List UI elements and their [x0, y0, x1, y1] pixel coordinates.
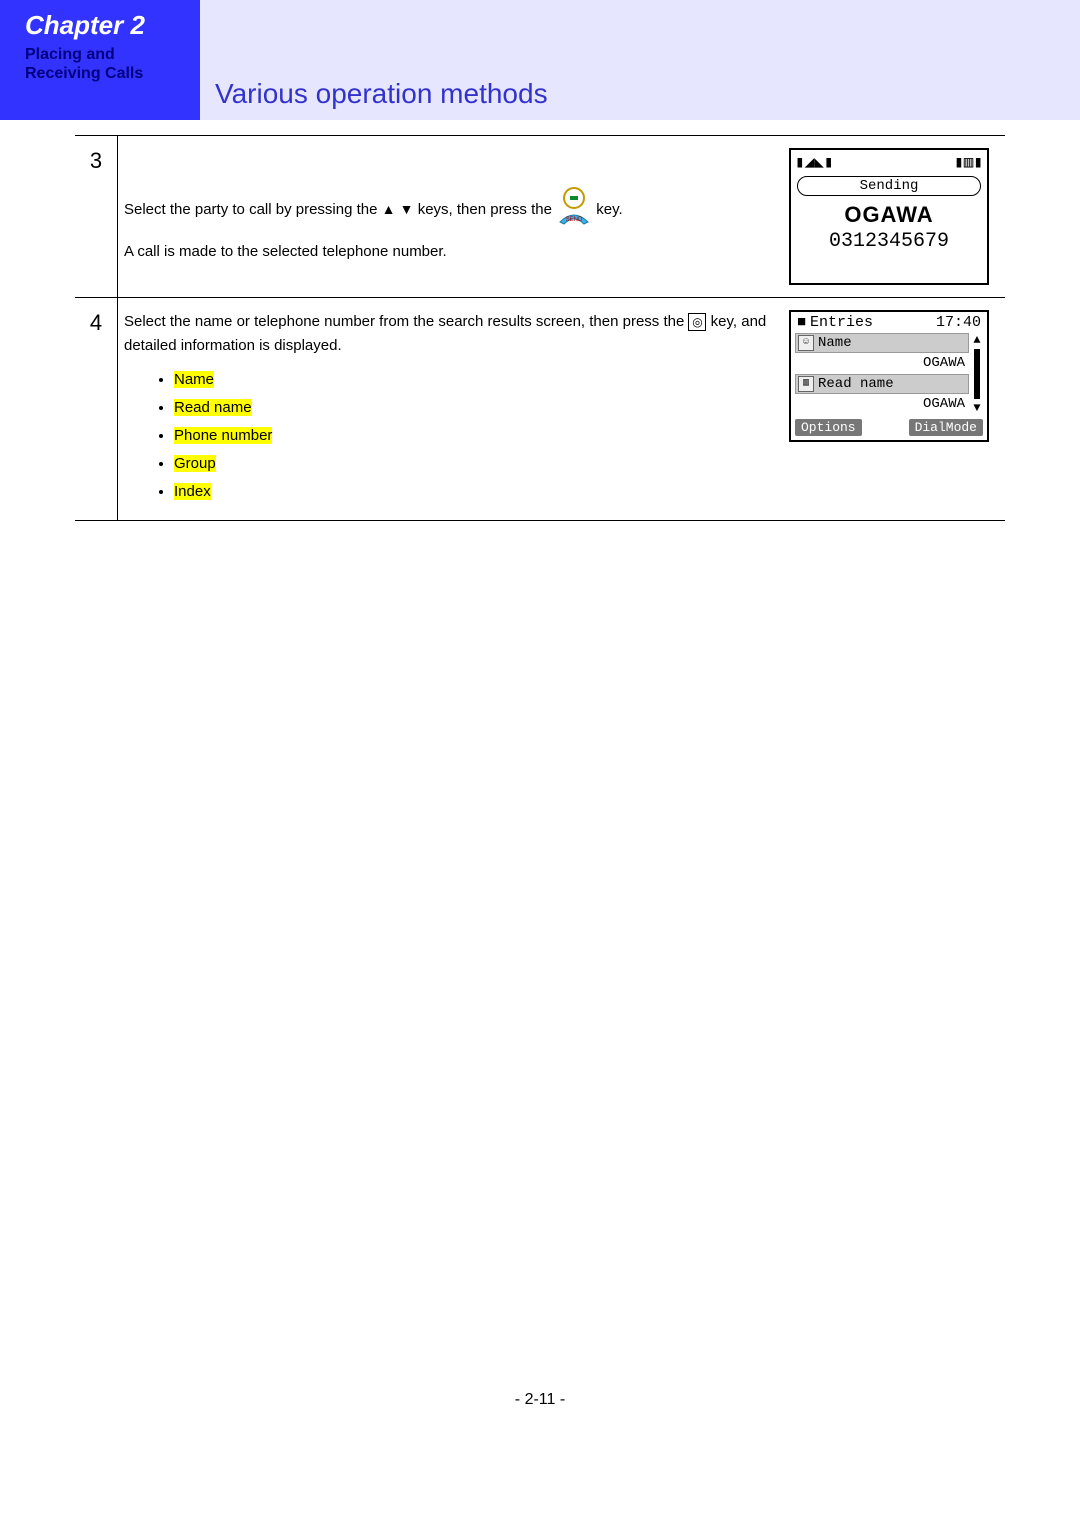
- bullet-phone-number: Phone number: [174, 424, 777, 448]
- send-key-icon: SEND: [556, 186, 592, 234]
- phone-status-bar: ▮◢◣▮ ▮▥▮: [791, 150, 987, 174]
- sending-label: Sending: [797, 176, 981, 196]
- battery-icon: ▮▥▮: [954, 152, 983, 172]
- entries-title: Entries: [810, 314, 873, 331]
- row-name-label: Name: [818, 335, 852, 351]
- person-icon: ☺: [798, 335, 814, 351]
- center-key-icon: ◎: [688, 313, 706, 331]
- entries-time: 17:40: [936, 314, 981, 331]
- row-readname-label: Read name: [818, 376, 894, 392]
- entries-list: ☺ Name OGAWA ▥ Read name OGAWA: [795, 333, 969, 415]
- phone-screen-entries: ■Entries 17:40 ☺ Name OGAWA ▥: [789, 310, 989, 442]
- steps-table: 3 Select the party to call by pressing t…: [75, 135, 1005, 521]
- step-row-3: 3 Select the party to call by pressing t…: [75, 136, 1005, 298]
- softkey-dialmode: DialMode: [909, 419, 983, 436]
- step-number: 4: [75, 298, 118, 521]
- call-name: OGAWA: [791, 202, 987, 228]
- detail-bullets: Name Read name Phone number Group Index: [124, 368, 777, 504]
- bullet-name: Name: [174, 368, 777, 392]
- up-arrow-icon: ▲: [382, 198, 396, 220]
- step-number: 3: [75, 136, 118, 298]
- page-number: - 2-11 -: [0, 1391, 1080, 1409]
- section-box: Various operation methods: [200, 0, 1080, 120]
- chapter-subtitle: Placing and Receiving Calls: [25, 45, 188, 83]
- square-icon: ■: [797, 314, 806, 331]
- step3-text-d: A call is made to the selected telephone…: [124, 240, 777, 264]
- signal-icon: ▮◢◣▮: [795, 152, 834, 172]
- row-name-value: OGAWA: [795, 354, 969, 374]
- entries-titlebar: ■Entries 17:40: [791, 312, 987, 333]
- softkey-options: Options: [795, 419, 862, 436]
- svg-text:SEND: SEND: [566, 217, 583, 223]
- scroll-up-icon: ▲: [973, 333, 980, 347]
- doc-icon: ▥: [798, 376, 814, 392]
- entries-body: ☺ Name OGAWA ▥ Read name OGAWA ▲: [791, 333, 987, 417]
- phone-screen-sending: ▮◢◣▮ ▮▥▮ Sending OGAWA 0312345679: [789, 148, 989, 285]
- row-name-header: ☺ Name: [795, 333, 969, 353]
- chapter-box: Chapter 2 Placing and Receiving Calls: [0, 0, 200, 120]
- page-header: Chapter 2 Placing and Receiving Calls Va…: [0, 0, 1080, 120]
- step-text: Select the party to call by pressing the…: [118, 136, 784, 298]
- step3-text-c: key.: [596, 201, 622, 218]
- down-arrow-icon: ▼: [400, 198, 414, 220]
- row-readname-header: ▥ Read name: [795, 374, 969, 394]
- phone-preview-cell: ▮◢◣▮ ▮▥▮ Sending OGAWA 0312345679: [783, 136, 1005, 298]
- content-area: 3 Select the party to call by pressing t…: [0, 120, 1080, 521]
- section-title: Various operation methods: [215, 78, 548, 110]
- bullet-group: Group: [174, 452, 777, 476]
- row-readname-value: OGAWA: [795, 395, 969, 415]
- scroll-down-icon: ▼: [973, 401, 980, 415]
- step4-text-a: Select the name or telephone number from…: [124, 313, 688, 330]
- phone-preview-cell: ■Entries 17:40 ☺ Name OGAWA ▥: [783, 298, 1005, 521]
- step3-text-a: Select the party to call by pressing the: [124, 201, 382, 218]
- scroll-thumb: [974, 349, 980, 399]
- bullet-read-name: Read name: [174, 396, 777, 420]
- scrollbar: ▲ ▼: [971, 333, 983, 415]
- softkey-bar: Options DialMode: [791, 417, 987, 440]
- step-text: Select the name or telephone number from…: [118, 298, 784, 521]
- step-row-4: 4 Select the name or telephone number fr…: [75, 298, 1005, 521]
- call-number: 0312345679: [791, 230, 987, 253]
- step3-text-b: keys, then press the: [418, 201, 556, 218]
- bullet-index: Index: [174, 480, 777, 504]
- chapter-number: Chapter 2: [25, 10, 188, 41]
